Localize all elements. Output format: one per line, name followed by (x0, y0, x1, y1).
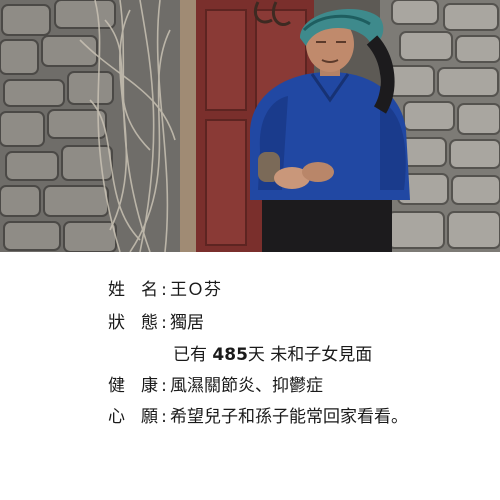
wish-value: 希望兒子和孫子能常回家看看。 (170, 407, 408, 427)
status-colon: : (161, 313, 167, 333)
status-value: 獨居 (170, 313, 204, 333)
wish-colon: : (161, 407, 167, 427)
name-value: 王Ｏ芬 (170, 280, 221, 300)
name-colon: : (161, 280, 167, 300)
health-value: 風濕關節炎、抑鬱症 (170, 376, 323, 396)
status-row: 狀 態: 獨居 (108, 312, 204, 334)
elderly-woman-portrait-icon (0, 0, 500, 252)
status-note-suffix: 天 未和子女見面 (247, 345, 373, 365)
status-note-days: 485 (212, 345, 248, 365)
wish-label: 心 願 (108, 407, 158, 427)
health-label: 健 康 (108, 376, 158, 396)
status-label: 狀 態 (108, 313, 158, 333)
status-note: 已有 485天 未和子女見面 (173, 344, 372, 366)
health-colon: : (161, 376, 167, 396)
wish-row: 心 願: 希望兒子和孫子能常回家看看。 (108, 406, 408, 428)
profile-info: 姓 名: 王Ｏ芬 狀 態: 獨居 已有 485天 未和子女見面 健 康: 風濕關節炎、… (0, 252, 500, 500)
portrait-photo (0, 0, 500, 252)
status-note-prefix: 已有 (173, 345, 213, 365)
name-row: 姓 名: 王Ｏ芬 (108, 279, 221, 301)
name-label: 姓 名 (108, 280, 158, 300)
health-row: 健 康: 風濕關節炎、抑鬱症 (108, 375, 323, 397)
